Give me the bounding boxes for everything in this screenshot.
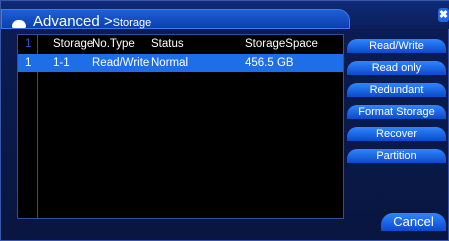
row-storage: 1-1 [53, 57, 70, 69]
header-space: StorageSpace [245, 38, 318, 50]
title-tab: Advanced >Storage [1, 9, 350, 30]
row-status: Normal [151, 57, 189, 69]
cancel-button[interactable]: Cancel [381, 213, 446, 231]
table-row[interactable]: 1 1-1 Read/Write Normal 456.5 GB [18, 54, 343, 72]
header-type: No.Type [92, 38, 135, 50]
read-write-button[interactable]: Read/Write [347, 39, 446, 53]
header-status: Status [151, 38, 184, 50]
header-storage: Storage [53, 38, 94, 50]
partition-button[interactable]: Partition [347, 149, 446, 163]
page-title: Advanced >Storage [33, 12, 151, 33]
storage-dialog: Advanced >Storage ✖ 1 Storage No.Type St… [0, 0, 449, 241]
title-sub: Storage [112, 17, 152, 29]
storage-table: 1 Storage No.Type Status StorageSpace 1 … [17, 34, 344, 219]
redundant-button[interactable]: Redundant [347, 83, 446, 97]
storage-icon [12, 20, 26, 28]
header-index: 1 [25, 38, 32, 50]
title-bar: Advanced >Storage ✖ [1, 1, 449, 30]
title-main: Advanced > [33, 13, 113, 30]
read-only-button[interactable]: Read only [347, 61, 446, 75]
row-index: 1 [25, 57, 32, 69]
row-type: Read/Write [92, 57, 150, 69]
recover-button[interactable]: Recover [347, 127, 446, 141]
close-icon: ✖ [438, 9, 449, 21]
table-header: 1 Storage No.Type Status StorageSpace [18, 35, 343, 53]
format-storage-button[interactable]: Format Storage [347, 105, 446, 119]
row-space: 456.5 GB [245, 57, 294, 69]
close-button[interactable]: ✖ [438, 8, 449, 22]
